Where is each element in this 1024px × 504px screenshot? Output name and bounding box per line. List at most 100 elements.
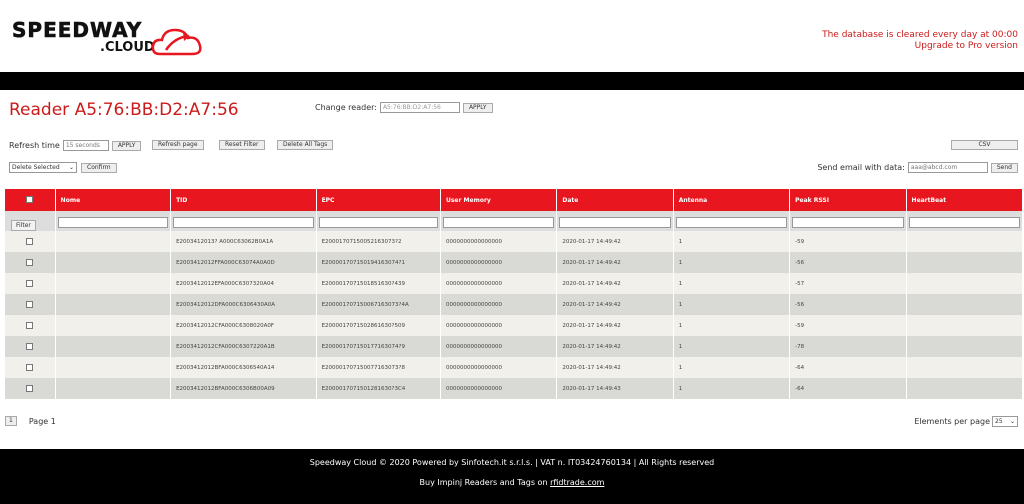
footer-buy-line: Buy Impinj Readers and Tags on rfidtrade… — [0, 478, 1024, 487]
cell-date: 2020-01-17 14:49:42 — [556, 315, 674, 336]
column-header-date[interactable]: Date — [556, 189, 674, 211]
row-checkbox[interactable] — [26, 364, 34, 371]
change-reader-label: Change reader: — [315, 103, 377, 112]
cell-antenna: 1 — [673, 357, 791, 378]
filter-input-antenna[interactable] — [675, 216, 788, 228]
refresh-apply-button[interactable]: APPLY — [111, 140, 142, 151]
row-checkbox[interactable] — [26, 280, 34, 287]
column-header-antenna[interactable]: Antenna — [673, 189, 791, 211]
logo-text-cloud: .CLOUD — [100, 40, 155, 55]
table-row[interactable]: E2003412013? A000C63062B0A1A E20001707150… — [5, 231, 1024, 252]
upgrade-link[interactable]: Upgrade to Pro version — [822, 41, 1018, 52]
table-header-row: Nome TID EPC User Memory Date Antenna Pe… — [5, 189, 1024, 211]
table-row[interactable]: E2003412012EFA000C6307320A04 E20000170715… — [5, 273, 1024, 294]
change-reader-group: Change reader: APPLY — [315, 102, 493, 113]
table-row[interactable]: E2003412012BFA000C6306B00A09 E20000170715… — [5, 378, 1024, 399]
table-row[interactable]: E2003412012CFA000C6307220A1B E20000170715… — [5, 336, 1024, 357]
tags-table-body: E2003412013? A000C63062B0A1A E20001707150… — [5, 231, 1024, 399]
filter-cell-antenna — [673, 211, 791, 231]
cell-heartbeat — [906, 378, 1024, 399]
send-email-group: Send email with data: Send — [817, 162, 1018, 173]
row-select-cell — [5, 378, 56, 399]
elements-per-page-select[interactable]: 25 ⌄ — [992, 416, 1018, 427]
speedway-cloud-logo[interactable]: SPEEDWAY .CLOUD — [12, 18, 202, 62]
cell-antenna: 1 — [673, 231, 791, 252]
cell-epc: E200001707150177163074?9 — [316, 336, 441, 357]
cell-tid: E2003412012EFA000C6307320A04 — [170, 273, 317, 294]
table-row[interactable]: E2003412012BFA000C6306540A14 E20000170715… — [5, 357, 1024, 378]
row-checkbox[interactable] — [26, 322, 34, 329]
reset-filter-button[interactable]: Reset Filter — [219, 140, 265, 150]
cell-heartbeat — [906, 357, 1024, 378]
row-checkbox[interactable] — [26, 301, 34, 308]
cell-tid: E2003412012BFA000C6306B00A09 — [170, 378, 317, 399]
chevron-down-icon: ⌄ — [68, 164, 74, 171]
nav-bar — [0, 72, 1024, 90]
page-label: Page 1 — [28, 416, 56, 426]
row-select-cell — [5, 273, 56, 294]
select-all-checkbox[interactable] — [26, 195, 34, 203]
filter-input-epc[interactable] — [318, 216, 438, 228]
send-email-input[interactable] — [907, 162, 988, 173]
filter-input-user-memory[interactable] — [442, 216, 555, 228]
cell-tid: E2003412012FFA000C63074A0A0D — [170, 252, 317, 273]
column-header-epc[interactable]: EPC — [316, 189, 441, 211]
delete-all-tags-button[interactable]: Delete All Tags — [277, 140, 334, 150]
send-email-label: Send email with data: — [817, 163, 905, 172]
cell-antenna: 1 — [673, 252, 791, 273]
db-clear-notice: The database is cleared every day at 00:… — [822, 30, 1018, 40]
cell-nome — [55, 378, 172, 399]
page-number-button[interactable]: 1 — [5, 416, 17, 426]
cell-tid: E2003412012BFA000C6306540A14 — [170, 357, 317, 378]
table-row[interactable]: E2003412012FFA000C63074A0A0D E20000170715… — [5, 252, 1024, 273]
filter-button[interactable]: Filter — [11, 219, 36, 231]
row-checkbox[interactable] — [26, 343, 34, 350]
footer-buy-text: Buy Impinj Readers and Tags on — [419, 478, 551, 487]
change-reader-input[interactable] — [379, 102, 460, 113]
send-button[interactable]: Send — [990, 162, 1018, 173]
filter-cell-date — [556, 211, 674, 231]
tags-table-wrapper: Nome TID EPC User Memory Date Antenna Pe… — [5, 189, 1024, 399]
cloud-arrow-icon — [151, 28, 202, 56]
column-header-nome[interactable]: Nome — [55, 189, 172, 211]
select-all-header[interactable] — [5, 189, 56, 211]
cell-peak-rssi: -56 — [789, 252, 907, 273]
refresh-page-button[interactable]: Refresh page — [152, 140, 204, 150]
cell-user-memory: 0000000000000000 — [440, 252, 558, 273]
rfidtrade-link[interactable]: rfidtrade.com — [550, 478, 604, 487]
refresh-time-input[interactable] — [62, 140, 109, 151]
cell-date: 2020-01-17 14:49:43 — [556, 378, 674, 399]
change-reader-apply-button[interactable]: APPLY — [462, 102, 493, 113]
csv-button[interactable]: CSV — [951, 140, 1018, 150]
filter-cell-tid — [170, 211, 317, 231]
column-header-tid[interactable]: TID — [170, 189, 317, 211]
table-row[interactable]: E2003412012DFA000C6306430A0A E20000170715… — [5, 294, 1024, 315]
row-checkbox[interactable] — [26, 385, 34, 392]
cell-peak-rssi: -64 — [789, 378, 907, 399]
cell-heartbeat — [906, 294, 1024, 315]
filter-button-cell: Filter — [5, 211, 56, 231]
cell-antenna: 1 — [673, 294, 791, 315]
row-checkbox[interactable] — [26, 259, 34, 266]
reader-title: Reader A5:76:BB:D2:A7:56 — [9, 100, 239, 120]
cell-tid: E2003412012CFA000C6308020A0F — [170, 315, 317, 336]
cell-epc: E200001707150067163073?4A — [316, 294, 441, 315]
cell-antenna: 1 — [673, 315, 791, 336]
column-header-peak-rssi[interactable]: Peak RSSI — [789, 189, 907, 211]
column-header-heartbeat[interactable]: HeartBeat — [906, 189, 1024, 211]
filter-input-date[interactable] — [559, 216, 671, 228]
filter-input-tid[interactable] — [173, 216, 314, 228]
filter-input-peak-rssi[interactable] — [792, 216, 904, 228]
cell-heartbeat — [906, 252, 1024, 273]
delete-action-select[interactable]: Delete Selected ⌄ — [9, 162, 77, 173]
row-checkbox[interactable] — [26, 238, 34, 245]
confirm-button[interactable]: Confirm — [81, 162, 117, 173]
elements-per-page-label: Elements per page — [914, 417, 990, 426]
table-row[interactable]: E2003412012CFA000C6308020A0F E20000170715… — [5, 315, 1024, 336]
filter-input-nome[interactable] — [57, 216, 169, 228]
column-header-user-memory[interactable]: User Memory — [440, 189, 558, 211]
cell-date: 2020-01-17 14:49:42 — [556, 273, 674, 294]
elements-per-page-group: Elements per page 25 ⌄ — [914, 416, 1018, 427]
cell-heartbeat — [906, 336, 1024, 357]
filter-input-heartbeat[interactable] — [908, 216, 1020, 228]
